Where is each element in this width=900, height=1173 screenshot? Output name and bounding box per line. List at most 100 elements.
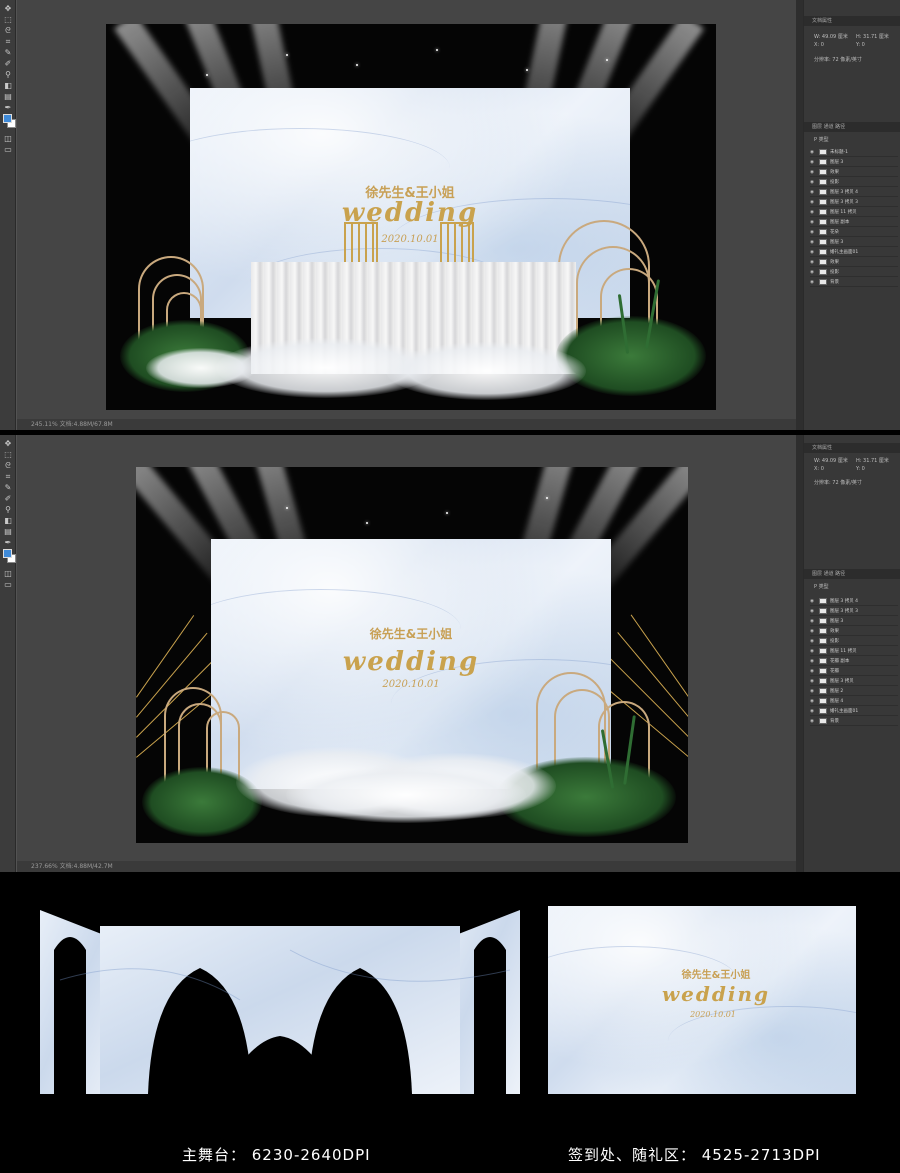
marquee-icon[interactable]: ⬚ [3, 450, 13, 459]
photoshop-window-1: ✥ ⬚ ᘓ ⌗ ✎ ✐ ⚲ ◧ ▤ ✒ ◫ ▭ 徐先生&王小姐 wedding … [0, 0, 900, 430]
canvas-area[interactable]: 徐先生&王小姐 wedding 2020.10.01 245.11% 文档:4.… [17, 0, 801, 430]
eye-icon[interactable]: ◉ [810, 278, 816, 287]
layers-tabs[interactable]: 图层 通道 路径 [804, 569, 900, 579]
layer-row[interactable]: ◉ 花瓣 [810, 667, 898, 676]
eye-icon[interactable]: ◉ [810, 667, 816, 676]
eye-icon[interactable]: ◉ [810, 707, 816, 716]
quick-mask-icon[interactable]: ◫ [3, 569, 13, 578]
layer-row[interactable]: ◉ 效果 [810, 258, 898, 267]
eye-icon[interactable]: ◉ [810, 218, 816, 227]
eraser-icon[interactable]: ◧ [3, 516, 13, 525]
move-icon[interactable]: ✥ [3, 439, 13, 448]
crop-icon[interactable]: ⌗ [3, 37, 13, 46]
layer-row[interactable]: ◉ 图层 11 拷贝 [810, 647, 898, 656]
eye-icon[interactable]: ◉ [810, 677, 816, 686]
layers-filter[interactable]: P 类型 [814, 136, 829, 143]
layer-row[interactable]: ◉ 婚礼主画面01 [810, 707, 898, 716]
layer-name: 投影 [830, 180, 839, 185]
layer-row[interactable]: ◉ 图层 3 拷贝 [810, 677, 898, 686]
eye-icon[interactable]: ◉ [810, 697, 816, 706]
layer-thumbnail [819, 687, 827, 694]
gradient-icon[interactable]: ▤ [3, 527, 13, 536]
pen-icon[interactable]: ✒ [3, 538, 13, 547]
eye-icon[interactable]: ◉ [810, 178, 816, 187]
screen-mode-icon[interactable]: ▭ [3, 580, 13, 589]
marquee-icon[interactable]: ⬚ [3, 15, 13, 24]
eye-icon[interactable]: ◉ [810, 248, 816, 257]
pen-icon[interactable]: ✒ [3, 103, 13, 112]
eye-icon[interactable]: ◉ [810, 268, 816, 277]
canvas-area[interactable]: 徐先生&王小姐 wedding 2020.10.01 237.66% 文档:4.… [17, 435, 801, 872]
eye-icon[interactable]: ◉ [810, 208, 816, 217]
eye-icon[interactable]: ◉ [810, 607, 816, 616]
gradient-icon[interactable]: ▤ [3, 92, 13, 101]
layer-thumbnail [819, 208, 827, 215]
eraser-icon[interactable]: ◧ [3, 81, 13, 90]
eye-icon[interactable]: ◉ [810, 168, 816, 177]
sparkle [606, 59, 608, 61]
layer-row[interactable]: ◉ 花瓣 副本 [810, 657, 898, 666]
brush-icon[interactable]: ✐ [3, 494, 13, 503]
lasso-icon[interactable]: ᘓ [3, 26, 13, 35]
eye-icon[interactable]: ◉ [810, 687, 816, 696]
eye-icon[interactable]: ◉ [810, 188, 816, 197]
layer-row[interactable]: ◉ 婚礼主画面01 [810, 248, 898, 257]
layer-row[interactable]: ◉ 未标题-1 [810, 148, 898, 157]
stamp-icon[interactable]: ⚲ [3, 70, 13, 79]
eye-icon[interactable]: ◉ [810, 597, 816, 606]
layer-name: 图层 副本 [830, 220, 850, 225]
screen-mode-icon[interactable]: ▭ [3, 145, 13, 154]
eye-icon[interactable]: ◉ [810, 617, 816, 626]
eyedropper-icon[interactable]: ✎ [3, 48, 13, 57]
eye-icon[interactable]: ◉ [810, 148, 816, 157]
layer-row[interactable]: ◉ 效果 [810, 168, 898, 177]
layers-filter[interactable]: P 类型 [814, 583, 829, 590]
stamp-icon[interactable]: ⚲ [3, 505, 13, 514]
layer-row[interactable]: ◉ 效果 [810, 627, 898, 636]
eyedropper-icon[interactable]: ✎ [3, 483, 13, 492]
layer-row[interactable]: ◉ 图层 3 拷贝 4 [810, 597, 898, 606]
layer-row[interactable]: ◉ 图层 3 [810, 238, 898, 247]
eye-icon[interactable]: ◉ [810, 238, 816, 247]
eye-icon[interactable]: ◉ [810, 637, 816, 646]
layer-row[interactable]: ◉ 投影 [810, 637, 898, 646]
eye-icon[interactable]: ◉ [810, 627, 816, 636]
wedding-date: 2020.10.01 [382, 679, 440, 690]
brush-icon[interactable]: ✐ [3, 59, 13, 68]
layer-thumbnail [819, 657, 827, 664]
layers-tabs[interactable]: 图层 通道 路径 [804, 122, 900, 132]
move-icon[interactable]: ✥ [3, 4, 13, 13]
layer-row[interactable]: ◉ 图层 3 拷贝 3 [810, 607, 898, 616]
foreground-color-swatch[interactable] [3, 549, 12, 558]
eye-icon[interactable]: ◉ [810, 258, 816, 267]
properties-tab[interactable]: 文档属性 [804, 16, 900, 26]
layer-row[interactable]: ◉ 图层 4 [810, 697, 898, 706]
layer-row[interactable]: ◉ 图层 3 [810, 617, 898, 626]
crop-icon[interactable]: ⌗ [3, 472, 13, 481]
eye-icon[interactable]: ◉ [810, 158, 816, 167]
eye-icon[interactable]: ◉ [810, 647, 816, 656]
layer-row[interactable]: ◉ 图层 11 拷贝 [810, 208, 898, 217]
eye-icon[interactable]: ◉ [810, 657, 816, 666]
quick-mask-icon[interactable]: ◫ [3, 134, 13, 143]
layer-row[interactable]: ◉ 图层 3 拷贝 3 [810, 198, 898, 207]
eye-icon[interactable]: ◉ [810, 228, 816, 237]
layer-row[interactable]: ◉ 图层 2 [810, 687, 898, 696]
layer-row[interactable]: ◉ 图层 3 拷贝 4 [810, 188, 898, 197]
layer-row[interactable]: ◉ 背景 [810, 278, 898, 287]
lasso-icon[interactable]: ᘓ [3, 461, 13, 470]
eye-icon[interactable]: ◉ [810, 198, 816, 207]
properties-tab[interactable]: 文档属性 [804, 443, 900, 453]
layer-thumbnail [819, 697, 827, 704]
layer-row[interactable]: ◉ 背景 [810, 717, 898, 726]
layer-row[interactable]: ◉ 投影 [810, 178, 898, 187]
layer-row[interactable]: ◉ 花朵 [810, 228, 898, 237]
layer-row[interactable]: ◉ 图层 副本 [810, 218, 898, 227]
wedding-title: wedding [341, 198, 479, 228]
layer-thumbnail [819, 268, 827, 275]
foreground-color-swatch[interactable] [3, 114, 12, 123]
layer-name: 投影 [830, 270, 839, 275]
layer-row[interactable]: ◉ 投影 [810, 268, 898, 277]
eye-icon[interactable]: ◉ [810, 717, 816, 726]
layer-row[interactable]: ◉ 图层 3 [810, 158, 898, 167]
